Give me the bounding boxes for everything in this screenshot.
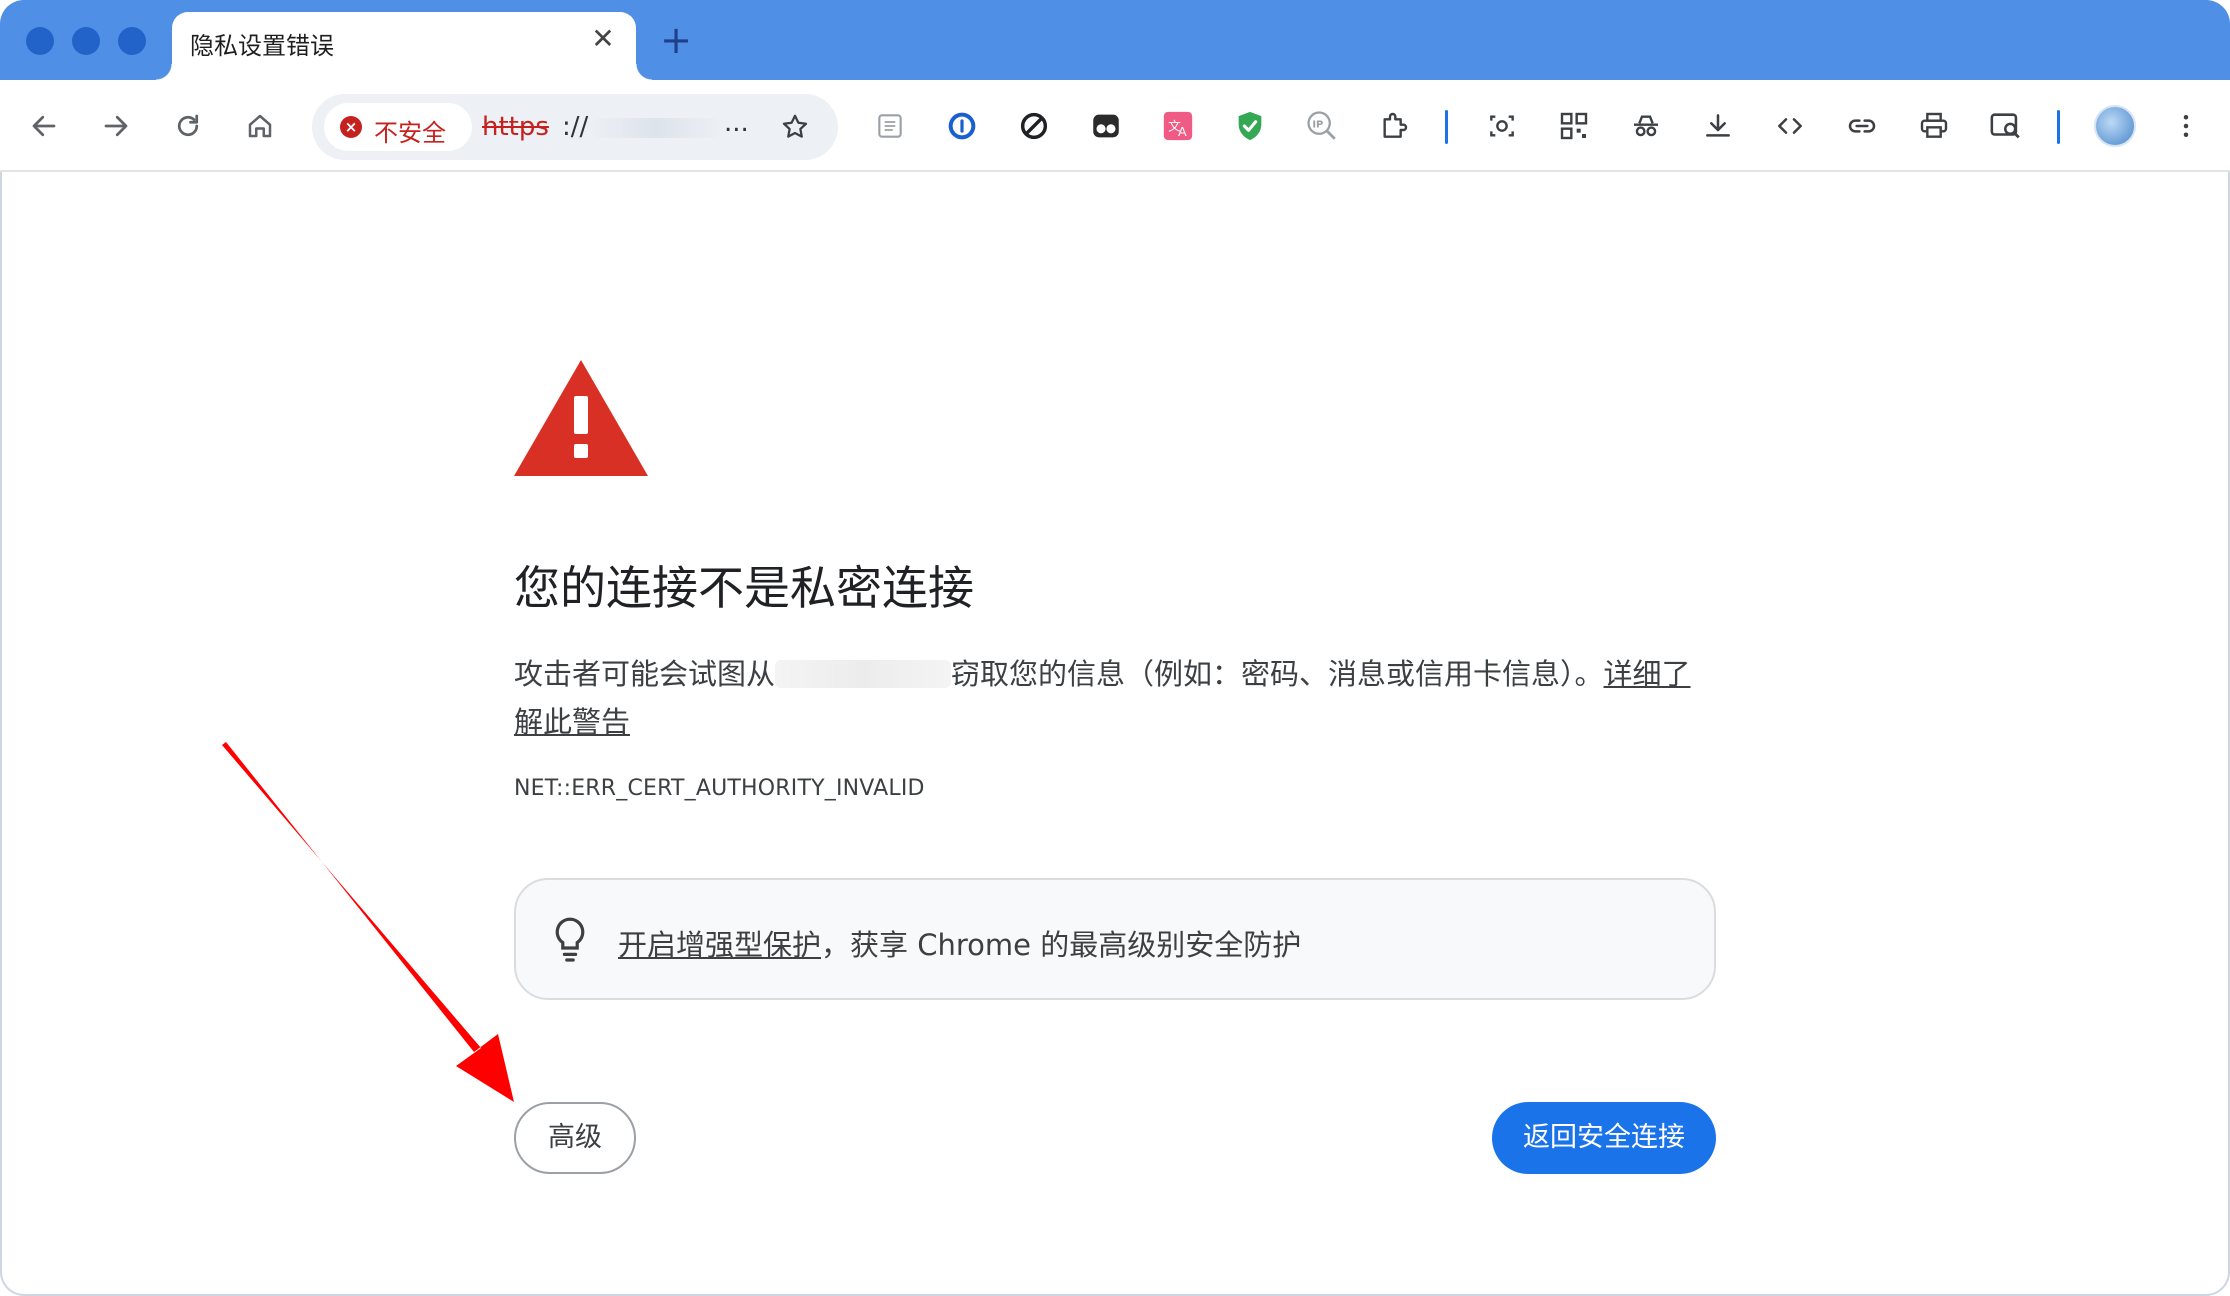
code-view-icon[interactable]	[1766, 102, 1814, 150]
shield-check-icon[interactable]	[1226, 102, 1274, 150]
active-tab[interactable]: 隐私设置错误 ✕	[156, 12, 652, 80]
warning-triangle-icon	[514, 360, 648, 476]
ip-lookup-icon[interactable]: IP	[1298, 102, 1346, 150]
link-icon[interactable]	[1838, 102, 1886, 150]
redacted-host	[590, 118, 722, 138]
url-ellipsis: ...	[724, 108, 749, 138]
incognito-glasses-icon[interactable]	[1082, 102, 1130, 150]
tab-title: 隐私设置错误	[190, 32, 334, 60]
reader-mode-icon[interactable]	[866, 102, 914, 150]
promo-rest-text: ，获享 Chrome 的最高级别安全防护	[821, 928, 1302, 962]
description-text-before: 攻击者可能会试图从	[514, 657, 776, 691]
toolbar: × 不安全 https :// ... 文A IP	[0, 80, 2230, 172]
page-title: 您的连接不是私密连接	[514, 561, 974, 615]
redacted-host	[775, 660, 952, 688]
address-bar[interactable]: × 不安全 https :// ...	[312, 94, 838, 160]
profile-avatar[interactable]	[2094, 105, 2136, 147]
print-icon[interactable]	[1910, 102, 1958, 150]
lightbulb-icon	[555, 917, 585, 962]
back-to-safety-button[interactable]: 返回安全连接	[1492, 1102, 1716, 1174]
puzzle-extensions-icon[interactable]	[1370, 102, 1418, 150]
toolbar-separator	[1445, 110, 1448, 144]
home-icon[interactable]	[236, 102, 284, 150]
tab-strip: 隐私设置错误 ✕ +	[0, 0, 2230, 80]
error-circle-icon: ×	[340, 116, 362, 138]
advanced-button[interactable]: 高级	[514, 1102, 636, 1174]
svg-text:A: A	[1178, 125, 1187, 140]
interstitial-page: 您的连接不是私密连接 攻击者可能会试图从 窃取您的信息（例如：密码、消息或信用卡信…	[0, 174, 2230, 1296]
translate-icon[interactable]: 文A	[1154, 102, 1202, 150]
block-icon[interactable]	[1010, 102, 1058, 150]
window-zoom-dot[interactable]	[118, 27, 146, 55]
qr-code-icon[interactable]	[1550, 102, 1598, 150]
description-text-after: 窃取您的信息（例如：密码、消息或信用卡信息）。	[951, 657, 1604, 691]
url-separator: ://	[562, 112, 589, 142]
download-icon[interactable]	[1694, 102, 1742, 150]
url-scheme: https	[482, 112, 549, 142]
enhanced-protection-link[interactable]: 开启增强型保护	[618, 928, 821, 962]
search-page-icon[interactable]	[1982, 102, 2030, 150]
forward-arrow-icon[interactable]	[92, 102, 140, 150]
security-chip-label: 不安全	[374, 119, 446, 147]
browser-window: 隐私设置错误 ✕ + × 不安全 https :// ... 文 A IP 您的…	[0, 0, 2230, 1296]
tab-close-icon[interactable]: ✕	[586, 22, 620, 56]
window-close-dot[interactable]	[26, 27, 54, 55]
enhanced-protection-promo: 开启增强型保护，获享 Chrome 的最高级别安全防护	[514, 878, 1716, 1000]
new-tab-button[interactable]: +	[658, 18, 694, 62]
back-arrow-icon[interactable]	[20, 102, 68, 150]
screenshot-icon[interactable]	[1478, 102, 1526, 150]
bookmark-star-icon[interactable]	[772, 104, 818, 150]
error-description: 攻击者可能会试图从 窃取您的信息（例如：密码、消息或信用卡信息）。详细了解此警告	[514, 650, 1694, 746]
more-vertical-icon[interactable]	[2162, 102, 2210, 150]
toolbar-separator	[2057, 110, 2060, 144]
promo-text: 开启增强型保护，获享 Chrome 的最高级别安全防护	[618, 922, 1301, 964]
security-chip[interactable]: × 不安全	[324, 103, 472, 151]
reload-icon[interactable]	[164, 102, 212, 150]
spy-icon[interactable]	[1622, 102, 1670, 150]
svg-text:IP: IP	[1312, 119, 1323, 130]
error-code: NET::ERR_CERT_AUTHORITY_INVALID	[514, 776, 925, 801]
password-manager-icon[interactable]	[938, 102, 986, 150]
window-minimize-dot[interactable]	[72, 27, 100, 55]
